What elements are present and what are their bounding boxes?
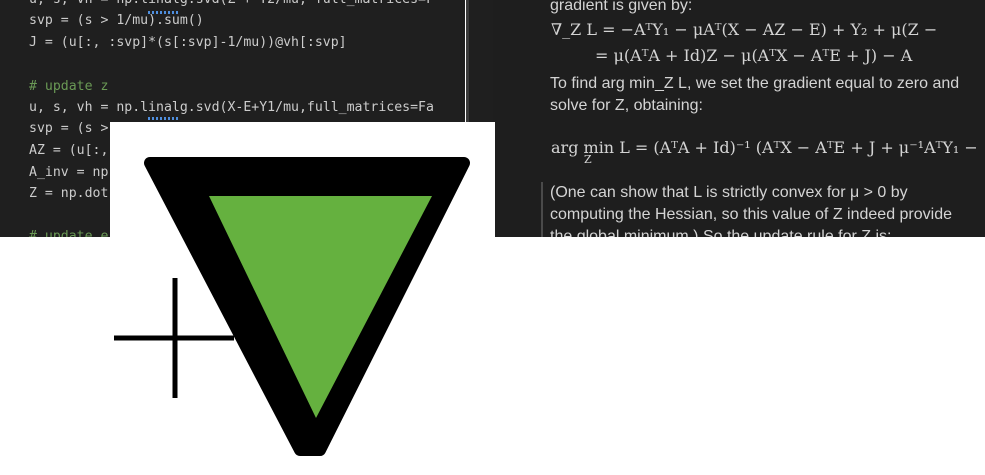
plus-nabla-logo-icon: [114, 157, 470, 456]
